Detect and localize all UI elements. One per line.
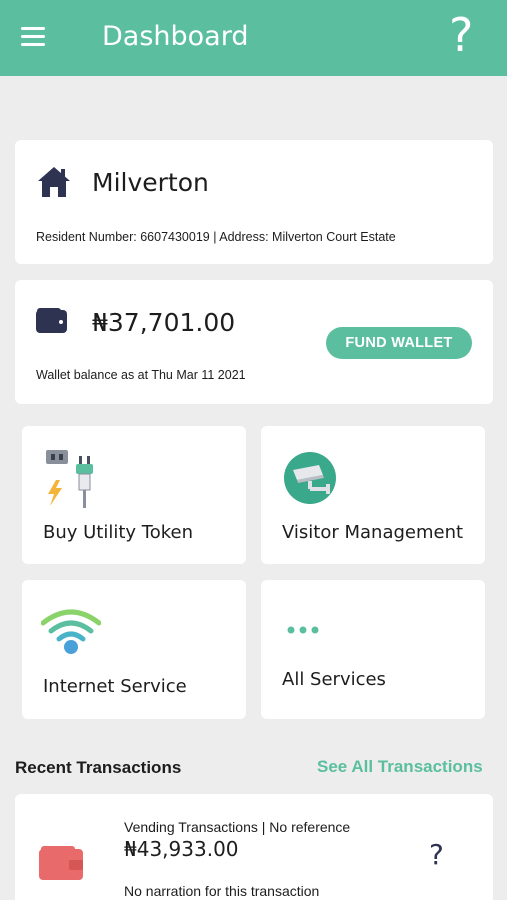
service-label: Buy Utility Token bbox=[43, 522, 194, 543]
transaction-narration: No narration for this transaction bbox=[124, 883, 320, 899]
page-title: Dashboard bbox=[102, 21, 249, 52]
resident-details: Resident Number: 6607430019 | Address: M… bbox=[36, 230, 396, 244]
wallet-icon bbox=[36, 308, 67, 333]
plug-icon bbox=[46, 450, 93, 508]
transaction-help-icon[interactable]: ? bbox=[429, 838, 444, 871]
hamburger-menu-icon[interactable] bbox=[21, 27, 45, 47]
fund-wallet-button[interactable]: FUND WALLET bbox=[326, 327, 472, 359]
see-all-transactions-link[interactable]: See All Transactions bbox=[317, 757, 483, 777]
service-tile-internet-service[interactable]: Internet Service bbox=[22, 580, 246, 719]
transaction-type: Vending Transactions | No reference bbox=[124, 819, 351, 835]
home-icon bbox=[38, 167, 70, 197]
wallet-card: ₦37,701.00 FUND WALLET Wallet balance as… bbox=[15, 280, 493, 404]
transaction-amount: ₦43,933.00 bbox=[124, 837, 239, 861]
service-label: All Services bbox=[282, 669, 386, 690]
transaction-card[interactable]: Vending Transactions | No reference ₦43,… bbox=[15, 794, 493, 900]
service-tile-utility-token[interactable]: Buy Utility Token bbox=[22, 426, 246, 564]
service-label: Internet Service bbox=[43, 676, 187, 697]
service-label: Visitor Management bbox=[282, 522, 464, 543]
estate-name: Milverton bbox=[92, 168, 209, 197]
more-dots-icon bbox=[287, 626, 319, 634]
wifi-icon bbox=[41, 609, 101, 654]
wallet-balance-caption: Wallet balance as at Thu Mar 11 2021 bbox=[36, 368, 246, 382]
service-tile-visitor-management[interactable]: Visitor Management bbox=[261, 426, 485, 564]
cctv-camera-icon bbox=[284, 452, 336, 504]
service-tile-all-services[interactable]: All Services bbox=[261, 580, 485, 719]
app-bar: Dashboard ? bbox=[0, 0, 507, 76]
wallet-icon bbox=[39, 846, 83, 880]
estate-card: Milverton Resident Number: 6607430019 | … bbox=[15, 140, 493, 264]
help-icon[interactable]: ? bbox=[449, 12, 473, 58]
recent-transactions-heading: Recent Transactions bbox=[15, 758, 182, 777]
wallet-balance: ₦37,701.00 bbox=[92, 308, 236, 337]
